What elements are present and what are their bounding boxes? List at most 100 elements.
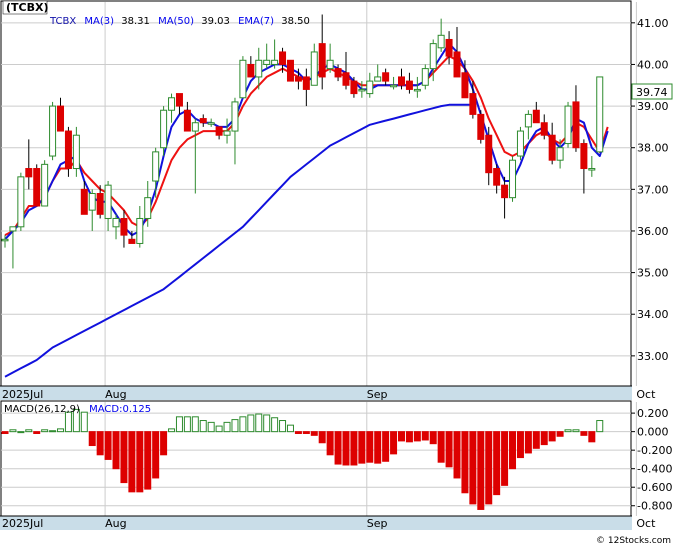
macd-bar-positive	[247, 414, 255, 433]
macd-bar-negative	[501, 431, 509, 486]
macd-bar-negative	[413, 431, 421, 442]
candle-body-down	[398, 76, 405, 86]
macd-bar-negative	[469, 431, 477, 505]
candle-body-down	[80, 188, 88, 215]
candle-body-up	[41, 163, 49, 207]
candle-body-down	[247, 63, 255, 78]
candle-body-up	[429, 43, 437, 70]
macd-bar-negative	[445, 431, 453, 468]
candle-body-down	[25, 168, 33, 178]
candle-body-down	[33, 168, 41, 207]
candle-body-down	[469, 93, 477, 115]
candle-body-up	[17, 176, 25, 228]
macd-bar-negative	[493, 431, 501, 496]
macd-bar-positive	[271, 417, 279, 433]
candle-body-down	[477, 113, 485, 140]
macd-legend-text: MACD(26,12,9) MACD:0.125	[4, 404, 151, 415]
candle-body-up	[556, 147, 564, 161]
macd-bar-negative	[342, 431, 350, 466]
macd-bar-positive	[239, 416, 247, 433]
macd-bar-positive	[199, 420, 207, 433]
candle-body-down	[334, 68, 342, 78]
macd-bar-positive	[215, 425, 223, 433]
candle-body-down	[382, 72, 390, 82]
macd-bar-negative	[112, 431, 120, 470]
macd-bar-positive	[17, 431, 25, 434]
price-tick-label: 34.00	[637, 308, 669, 321]
macd-bar-negative	[128, 431, 136, 493]
candle-body-up	[207, 122, 215, 125]
macd-bar-positive	[175, 416, 183, 433]
macd-x-label: 2025Jul	[2, 517, 43, 530]
candle	[421, 64, 429, 90]
candle-body-up	[160, 109, 168, 149]
price-date-band	[0, 386, 632, 400]
candle-body-up	[588, 168, 596, 171]
price-x-label: Oct	[636, 388, 656, 401]
macd-bar-negative	[104, 431, 112, 460]
candle-body-up	[509, 159, 517, 199]
candle-body-down	[318, 43, 326, 78]
macd-bar-positive	[25, 429, 33, 433]
candle-body-down	[572, 101, 580, 149]
candle-body-up	[263, 59, 271, 65]
candle-body-down	[302, 76, 310, 90]
candle-body-down	[294, 76, 302, 82]
candle-body-down	[64, 130, 72, 170]
candle-body-up	[239, 59, 247, 99]
last-price-value: 39.74	[636, 86, 668, 99]
macd-bar-negative	[136, 431, 144, 493]
price-tick-label: 39.00	[637, 100, 669, 113]
macd-bar-negative	[532, 431, 540, 449]
candle-body-up	[112, 217, 120, 228]
footer-credit: © 12Stocks.com	[596, 536, 671, 546]
macd-bar-negative	[326, 431, 334, 456]
candle-body-up	[223, 130, 231, 136]
legend-ma50-label: MA(50)	[158, 16, 194, 27]
legend-ema7-label: EMA(7)	[238, 16, 274, 27]
macd-bar-negative	[485, 431, 493, 505]
macd-legend: MACD(26,12,9) MACD:0.125	[4, 404, 151, 415]
price-tick-label: 38.00	[637, 142, 669, 155]
price-tick-label: 41.00	[637, 17, 669, 30]
macd-bar-negative	[294, 431, 302, 434]
macd-bar-positive	[231, 419, 239, 433]
candle-body-down	[540, 122, 548, 136]
candle	[41, 160, 49, 207]
macd-bar-positive	[168, 428, 176, 433]
macd-tick-label: -0.400	[637, 463, 672, 476]
candle-body-down	[96, 193, 104, 215]
candle-body-up	[1, 238, 9, 242]
candle-body-down	[532, 109, 540, 124]
price-tick-label: 33.00	[637, 350, 669, 363]
candle-body-down	[548, 134, 556, 161]
candle-body-down	[286, 59, 294, 82]
macd-legend-label: MACD(26,12,9)	[4, 404, 80, 415]
price-y-axis: 33.00 34.00 35.00 36.00 37.00 38.00 39.00 40.00…	[631, 17, 669, 363]
candle	[596, 76, 604, 153]
macd-bar-negative	[120, 431, 128, 484]
candle-body-down	[120, 217, 128, 236]
macd-bar-negative	[405, 431, 413, 443]
macd-bar-negative	[334, 431, 342, 465]
candle-body-up	[524, 113, 532, 128]
candle	[509, 156, 517, 202]
macd-bar-negative	[96, 431, 104, 456]
candle	[33, 164, 41, 207]
macd-bar-positive	[64, 411, 72, 433]
price-legend-text: TCBX MA(3) 38.31 MA(50) 39.03 EMA(7) 38.…	[49, 16, 310, 27]
macd-bar-negative	[318, 431, 326, 444]
macd-bar-negative	[421, 431, 429, 441]
macd-bar-negative	[453, 431, 461, 479]
macd-tick-label: 0.200	[637, 407, 669, 420]
macd-tick-label: -0.200	[637, 444, 672, 457]
macd-bar-negative	[398, 431, 405, 442]
candle-body-up	[596, 76, 604, 153]
candle-body-down	[128, 238, 136, 244]
macd-bar-negative	[556, 431, 564, 437]
candle-body-up	[144, 197, 152, 219]
candle-body-down	[199, 118, 207, 124]
candle-body-up	[374, 76, 382, 82]
macd-bar-positive	[183, 416, 191, 433]
macd-x-label: Oct	[636, 517, 656, 530]
